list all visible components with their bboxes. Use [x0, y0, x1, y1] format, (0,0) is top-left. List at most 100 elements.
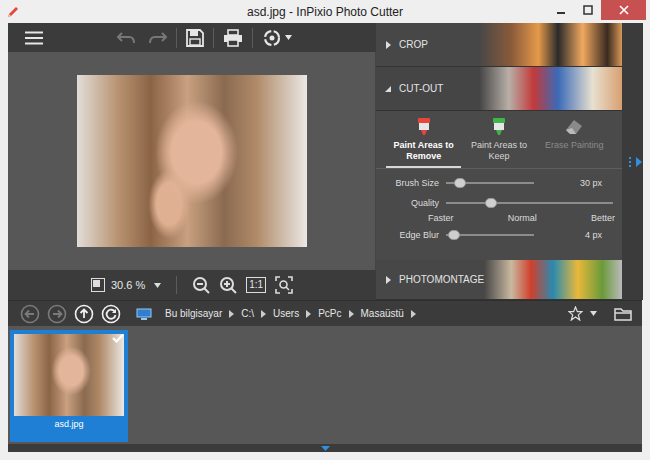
panel-title: PHOTOMONTAGE — [399, 274, 484, 285]
collapsed-arrow-icon — [384, 41, 392, 49]
expanded-arrow-icon — [384, 85, 392, 93]
back-icon — [20, 304, 40, 324]
path-segment[interactable]: PcPc — [318, 308, 341, 319]
panel-header[interactable]: PHOTOMONTAGE — [376, 260, 622, 300]
panel-header[interactable]: CROP — [376, 23, 622, 67]
zoom-separator — [176, 276, 177, 294]
minimize-button[interactable] — [547, 0, 574, 20]
panel-header[interactable]: CUT-OUT — [376, 67, 622, 111]
window-frame: 30.6 % 1:1 CROP CUT-OUT Paint Areas to R… — [0, 23, 650, 460]
back-button[interactable] — [20, 304, 40, 324]
chevron-icon[interactable] — [229, 310, 234, 318]
panel-title: CROP — [399, 39, 428, 50]
menu-button[interactable] — [18, 31, 50, 45]
scale-label: Faster — [428, 213, 454, 223]
actual-size-button[interactable]: 1:1 — [246, 277, 266, 293]
slider-thumb[interactable] — [448, 230, 460, 240]
zoom-in-icon[interactable] — [219, 276, 237, 294]
slider-row: Quality — [384, 195, 622, 211]
slider-label: Brush Size — [384, 178, 439, 188]
chevron-icon[interactable] — [411, 310, 416, 318]
up-icon — [74, 304, 94, 324]
printer-icon — [223, 29, 243, 47]
tool-row: Paint Areas to Remove Paint Areas to Kee… — [376, 111, 622, 169]
pencil-icon — [6, 5, 20, 19]
close-button[interactable] — [601, 0, 646, 20]
thumbnail-image — [14, 334, 124, 416]
app-window: asd.jpg - InPixio Photo Cutter 30.6 % 1:… — [0, 0, 650, 460]
share-button[interactable] — [255, 28, 299, 48]
editor-pane: 30.6 % 1:1 — [8, 23, 376, 300]
slider-thumb[interactable] — [485, 198, 497, 208]
undo-button[interactable] — [110, 31, 142, 45]
tool-label: Paint Areas to Keep — [467, 140, 531, 162]
maximize-icon — [583, 5, 593, 15]
print-button[interactable] — [216, 29, 250, 47]
thumbnail-label: asd.jpg — [54, 419, 83, 429]
toolbar-separator — [252, 28, 253, 48]
scale-label: Normal — [508, 213, 537, 223]
folder-icon[interactable] — [614, 307, 632, 321]
grip-icon — [629, 157, 631, 167]
dropdown-arrow-icon — [285, 35, 292, 40]
chevron-icon[interactable] — [261, 310, 266, 318]
computer-icon — [136, 308, 152, 320]
zoom-out-icon[interactable] — [192, 276, 210, 294]
cut-out-tools: Paint Areas to Remove Paint Areas to Kee… — [376, 111, 622, 260]
forward-button[interactable] — [47, 304, 67, 324]
refresh-button[interactable] — [101, 304, 121, 324]
toolbar — [8, 23, 376, 52]
path-segment[interactable]: C:\ — [241, 308, 254, 319]
path-segment[interactable]: Bu bilgisayar — [165, 308, 222, 319]
slider-track[interactable] — [446, 202, 613, 204]
dropdown-arrow-icon[interactable] — [154, 283, 161, 288]
zoom-fit-icon[interactable] — [275, 276, 293, 294]
redo-button[interactable] — [142, 31, 174, 45]
slider-row: Brush Size 30 px — [384, 175, 622, 191]
floppy-disk-icon — [186, 29, 204, 47]
slider-thumb[interactable] — [454, 178, 466, 188]
zoom-bar: 30.6 % 1:1 — [8, 270, 376, 300]
dropdown-arrow-icon[interactable] — [590, 311, 597, 316]
zoom-box-icon — [91, 278, 105, 292]
toolbar-separator — [176, 28, 177, 48]
chevron-icon[interactable] — [306, 310, 311, 318]
path-segment[interactable]: Masaüstü — [361, 308, 404, 319]
image-canvas[interactable] — [8, 52, 376, 270]
minimize-icon — [556, 5, 566, 15]
title-bar: asd.jpg - InPixio Photo Cutter — [0, 0, 650, 23]
tool-label: Paint Areas to Remove — [392, 140, 456, 162]
refresh-icon — [101, 304, 121, 324]
path-segment[interactable]: Users — [273, 308, 299, 319]
thumbnail[interactable]: asd.jpg — [10, 330, 128, 442]
side-panel: CROP CUT-OUT Paint Areas to Remove Paint… — [376, 23, 622, 300]
path-bar: Bu bilgisayar C:\ Users PcPc Masaüstü — [8, 300, 642, 326]
chevron-icon[interactable] — [349, 310, 354, 318]
zoom-value[interactable]: 30.6 % — [111, 279, 145, 291]
share-icon — [262, 28, 282, 48]
star-icon[interactable] — [568, 306, 583, 321]
tool-button[interactable]: Erase Painting — [537, 117, 612, 168]
slider-track[interactable] — [446, 234, 534, 236]
slider-value: 30 px — [534, 178, 622, 188]
tool-button[interactable]: Paint Areas to Keep — [461, 117, 536, 168]
close-icon — [619, 5, 629, 15]
file-browser: asd.jpg — [8, 326, 642, 444]
up-button[interactable] — [74, 304, 94, 324]
maximize-button[interactable] — [574, 0, 601, 20]
check-icon[interactable] — [112, 333, 124, 343]
slider-label: Edge Blur — [384, 230, 439, 240]
forward-icon — [47, 304, 67, 324]
eraser-icon — [563, 117, 585, 137]
browser-collapse-strip[interactable] — [8, 444, 642, 452]
slider-track[interactable] — [446, 182, 534, 184]
window-title: asd.jpg - InPixio Photo Cutter — [247, 5, 403, 19]
toolbar-separator — [213, 28, 214, 48]
marker-icon — [413, 117, 435, 137]
save-button[interactable] — [179, 29, 211, 47]
slider-value: 4 px — [534, 230, 622, 240]
collapsed-arrow-icon — [384, 276, 392, 284]
tool-button[interactable]: Paint Areas to Remove — [386, 117, 461, 168]
panel-collapse-strip[interactable] — [622, 23, 643, 300]
marker-icon — [488, 117, 510, 137]
